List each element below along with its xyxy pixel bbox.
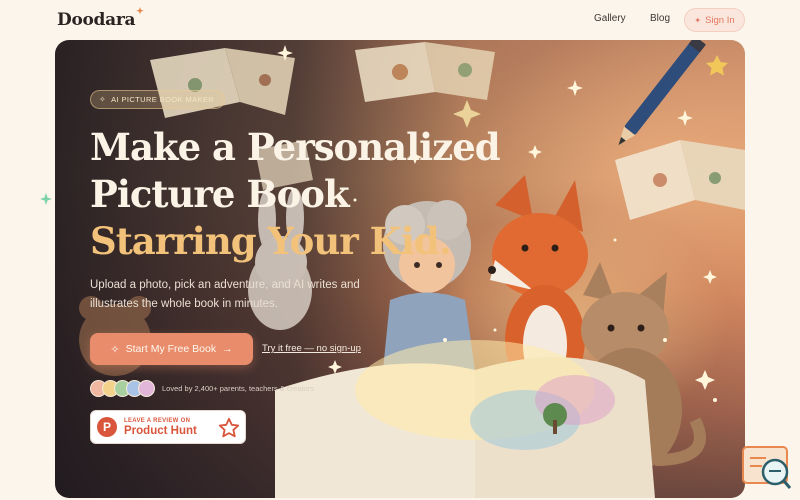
logo-text: Doodara	[57, 10, 136, 30]
open-book	[275, 340, 655, 498]
nav-link-blog[interactable]: Blog	[650, 13, 670, 24]
sparkle-icon: ✧	[110, 343, 120, 356]
nav-link-gallery[interactable]: Gallery	[594, 13, 626, 24]
cta-label: Start My Free Book	[125, 343, 217, 355]
headline-highlight: Starring Your Kid.	[90, 219, 452, 263]
sparkle-icon	[40, 193, 52, 205]
start-free-book-button[interactable]: ✧ Start My Free Book →	[90, 333, 253, 365]
gold-star	[706, 55, 728, 76]
product-hunt-small: LEAVE A REVIEW ON	[124, 417, 191, 424]
logo-sparkle-icon: ✦	[136, 7, 144, 17]
sign-in-label: Sign In	[705, 14, 735, 26]
star-icon	[218, 417, 240, 438]
sparkle-icon: ✦	[694, 15, 702, 25]
floating-book-right	[615, 140, 745, 220]
sign-in-button[interactable]: ✦ Sign In	[684, 8, 745, 32]
sparkle-icon: ✧	[99, 95, 107, 104]
chat-widget-icon[interactable]	[742, 446, 792, 494]
avatar-stack	[90, 380, 155, 397]
product-hunt-icon: P	[97, 417, 117, 437]
top-nav: Doodara ✦ Gallery Blog ✦ Sign In	[0, 0, 800, 40]
logo[interactable]: Doodara ✦	[57, 7, 144, 32]
product-hunt-big: Product Hunt	[124, 424, 197, 437]
headline-line-2: Picture Book	[90, 172, 350, 216]
product-hunt-badge[interactable]: P LEAVE A REVIEW ON Product Hunt	[90, 410, 246, 444]
social-proof-text: Loved by 2,400+ parents, teachers & crea…	[162, 384, 314, 393]
try-free-link[interactable]: Try it free — no sign-up	[262, 343, 361, 354]
hero-badge-label: AI PICTURE BOOK MAKER	[111, 95, 215, 104]
pencil	[618, 40, 706, 146]
hero-subtitle: Upload a photo, pick an adventure, and A…	[90, 279, 360, 310]
product-hunt-text: LEAVE A REVIEW ON Product Hunt	[124, 418, 197, 437]
hero-card: ✧ AI PICTURE BOOK MAKER Make a Personali…	[55, 40, 745, 498]
hero-badge: ✧ AI PICTURE BOOK MAKER	[90, 90, 226, 109]
avatar	[138, 380, 155, 397]
arrow-right-icon: →	[222, 343, 233, 355]
floating-book-top	[355, 42, 495, 102]
headline-line-1: Make a Personalized	[90, 125, 501, 169]
